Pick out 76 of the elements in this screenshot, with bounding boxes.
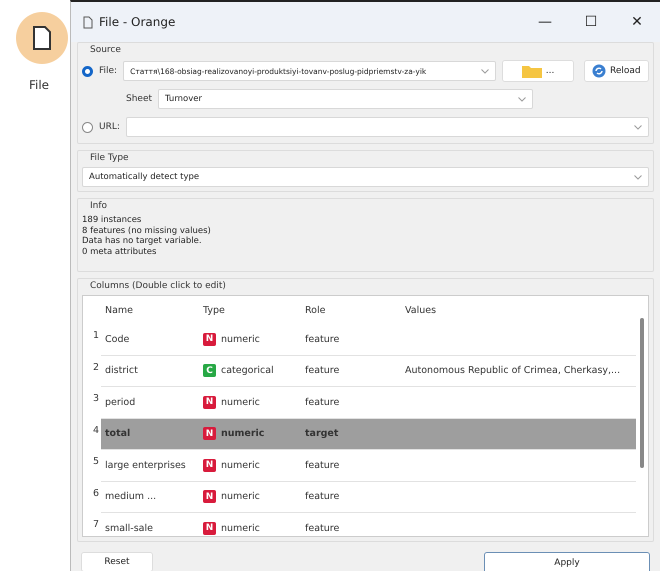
- table-cell-text: feature: [304, 522, 340, 534]
- row-number: 7: [92, 518, 100, 532]
- sheet-dropdown[interactable]: Turnover: [158, 89, 534, 109]
- table-cell: categorical: [221, 365, 274, 376]
- field-label: File:: [99, 66, 118, 76]
- browse-button[interactable]: ...: [502, 60, 574, 82]
- reset-button[interactable]: Reset: [81, 552, 153, 571]
- table-cell-text: total: [104, 428, 132, 440]
- window-title: File - Orange: [99, 15, 176, 29]
- table-cell-text: feature: [304, 460, 340, 471]
- table-cell-text: period: [104, 396, 136, 408]
- type-badge: N: [203, 490, 216, 504]
- table-row[interactable]: district C categorical feature Autonomous Republic of Crimea, Cherkasy,...: [101, 356, 636, 387]
- folder-icon: [522, 64, 542, 78]
- row-number: 5: [92, 455, 100, 469]
- table-row[interactable]: Code N numeric feature: [101, 324, 636, 356]
- table-cell-text: medium ...: [104, 491, 158, 502]
- table-row[interactable]: medium ... N numeric feature: [101, 482, 636, 513]
- table-row[interactable]: small-sale N numeric feature: [101, 513, 636, 536]
- group-title: File Type: [89, 153, 130, 163]
- table-cell: numeric: [221, 428, 264, 440]
- table-cell: numeric: [221, 396, 260, 408]
- document-icon: [83, 16, 93, 28]
- maximize-button[interactable]: ☐: [568, 2, 614, 42]
- table-cell: numeric: [221, 522, 260, 534]
- reload-button[interactable]: Reload: [584, 60, 649, 82]
- table-row[interactable]: large enterprises N numeric feature: [101, 450, 636, 482]
- type-badge: N: [203, 396, 216, 409]
- column-header[interactable]: Name: [101, 296, 199, 324]
- radio-button[interactable]: [82, 122, 93, 132]
- column-header[interactable]: Role: [301, 296, 401, 324]
- type-badge: C: [203, 364, 216, 378]
- type-badge: N: [203, 427, 216, 440]
- table-cell-text: district: [104, 365, 139, 376]
- table-cell-text: feature: [304, 334, 340, 345]
- radio-button[interactable]: [82, 66, 93, 76]
- info-text: 189 instances: [82, 215, 142, 226]
- table-cell: numeric: [221, 334, 260, 345]
- group-title: Source: [89, 45, 122, 55]
- column-header[interactable]: Values: [401, 296, 648, 324]
- file-widget-node[interactable]: [16, 12, 68, 64]
- group-title: Columns (Double click to edit): [89, 281, 227, 291]
- type-badge: N: [203, 332, 216, 346]
- scrollbar[interactable]: [640, 318, 644, 468]
- apply-button[interactable]: Apply: [484, 552, 650, 571]
- table-cell-text: small-sale: [104, 522, 154, 534]
- table-cell-text: large enterprises: [104, 460, 187, 471]
- table-cell-text: target: [304, 428, 340, 440]
- table-cell-text: Code: [104, 334, 130, 345]
- info-text: 8 features (no missing values): [82, 226, 212, 236]
- table-cell-text: feature: [304, 396, 340, 408]
- table-cell-text: Autonomous Republic of Crimea, Cherkasy,...: [404, 365, 622, 376]
- document-icon: [32, 25, 52, 51]
- node-label: File: [28, 78, 50, 92]
- type-badge: N: [203, 458, 216, 472]
- info-text: 0 meta attributes: [82, 246, 158, 257]
- table-cell-text: feature: [304, 365, 340, 376]
- table-cell: numeric: [221, 491, 260, 502]
- file-type-dropdown[interactable]: Automatically detect type: [82, 167, 649, 187]
- refresh-icon: [592, 64, 606, 78]
- row-number: 1: [92, 329, 100, 343]
- group-title: Info: [89, 201, 108, 211]
- table-cell-text: feature: [304, 491, 340, 502]
- row-number: 4: [92, 424, 100, 438]
- row-number: 3: [92, 392, 100, 406]
- row-number: 2: [92, 360, 100, 374]
- table-row[interactable]: total N numeric target: [101, 418, 636, 450]
- minimize-button[interactable]: —: [522, 2, 568, 42]
- column-header[interactable]: Type: [199, 296, 301, 324]
- close-button[interactable]: ✕: [614, 2, 660, 42]
- info-text: Data has no target variable.: [82, 236, 203, 246]
- table-cell: numeric: [221, 460, 260, 471]
- type-badge: N: [203, 522, 216, 535]
- field-label: URL:: [99, 122, 120, 132]
- row-number: 6: [92, 486, 100, 500]
- field-label: Sheet: [126, 94, 152, 104]
